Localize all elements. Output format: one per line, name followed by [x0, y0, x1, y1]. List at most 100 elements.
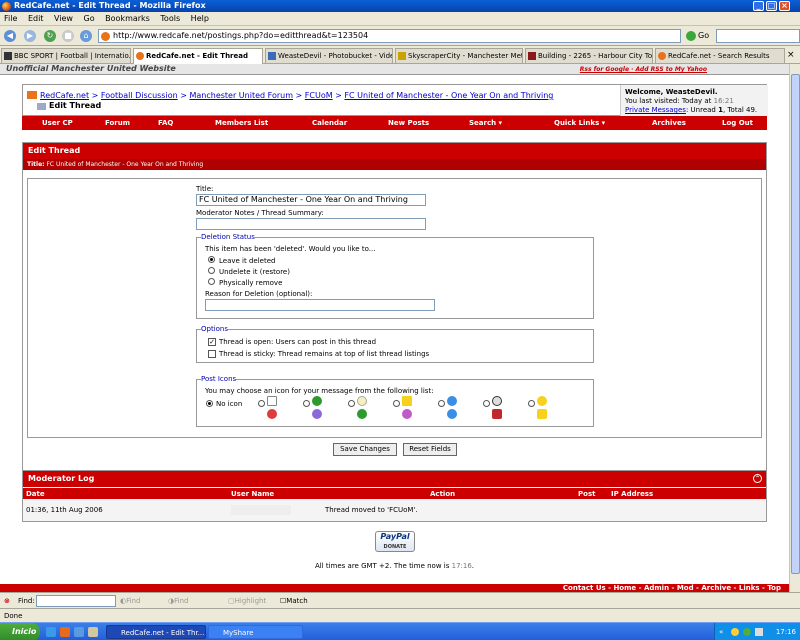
tab-skyscrapercity[interactable]: SkyscraperCity - Manchester Metr...: [395, 48, 523, 63]
icon-radio[interactable]: [348, 400, 355, 407]
tray-volume-icon[interactable]: [755, 628, 763, 636]
leave-deleted-radio[interactable]: [208, 256, 215, 263]
task-myshare[interactable]: MyShare: [208, 625, 303, 639]
firefox-quicklaunch-icon[interactable]: [60, 627, 70, 637]
notes-input[interactable]: [196, 218, 426, 230]
address-bar[interactable]: http://www.redcafe.net/postings.php?do=e…: [98, 29, 681, 43]
thread-sticky-checkbox[interactable]: [208, 350, 216, 358]
no-icon-radio[interactable]: [206, 400, 213, 407]
breadcrumb-item[interactable]: Manchester United Forum: [189, 91, 293, 100]
footer-links[interactable]: Contact Us - Home - Admin - Mod - Archiv…: [563, 584, 781, 592]
tray-expand-icon[interactable]: «: [719, 623, 723, 640]
icon-radio[interactable]: [303, 400, 310, 407]
post-icons-legend: Post Icons: [201, 375, 237, 383]
tab-edit-thread[interactable]: RedCafe.net - Edit Thread: [133, 48, 263, 64]
building-icon: [528, 52, 536, 60]
close-tab-icon[interactable]: ×: [787, 50, 795, 60]
undelete-radio[interactable]: [208, 267, 215, 274]
nav-quick-links[interactable]: Quick Links ▾: [554, 116, 605, 130]
icon-radio[interactable]: [528, 400, 535, 407]
options-legend: Options: [201, 325, 229, 333]
back-icon[interactable]: ◀: [4, 30, 16, 42]
stop-icon[interactable]: ■: [62, 30, 74, 42]
nav-calendar[interactable]: Calendar: [312, 116, 347, 130]
log-date: 01:36, 11th Aug 2006: [26, 506, 103, 514]
tray-network-icon[interactable]: [743, 628, 751, 636]
deletion-legend: Deletion Status: [201, 233, 255, 241]
match-case-checkbox[interactable]: ☐ Match case: [280, 593, 308, 621]
nav-search[interactable]: Search ▾: [469, 116, 502, 130]
menu-file[interactable]: File: [0, 12, 21, 26]
last-visit-time: 16:21: [713, 97, 734, 105]
nav-faq[interactable]: FAQ: [158, 116, 173, 130]
log-user[interactable]: [231, 505, 291, 515]
nav-members-list[interactable]: Members List: [215, 116, 268, 130]
tab-bbc-sport[interactable]: BBC SPORT | Football | Internatio...: [1, 48, 131, 63]
icon-radio[interactable]: [438, 400, 445, 407]
nav-archives[interactable]: Archives: [652, 116, 686, 130]
go-button[interactable]: Go: [686, 29, 712, 43]
tab-building[interactable]: Building - 2265 - Harbour City Tow...: [525, 48, 653, 63]
maximize-button[interactable]: □: [766, 1, 777, 11]
thread-open-label: Thread is open: Users can post in this t…: [219, 338, 377, 346]
minimize-button[interactable]: _: [753, 1, 764, 11]
nav-new-posts[interactable]: New Posts: [388, 116, 429, 130]
current-time: 17:16: [451, 562, 472, 570]
icon-radio[interactable]: [258, 400, 265, 407]
question-icon: [447, 396, 457, 406]
reset-fields-button[interactable]: Reset Fields: [403, 443, 457, 456]
redcafe-icon: [136, 52, 144, 60]
thread-sticky-label: Thread is sticky: Thread remains at top …: [219, 350, 430, 358]
nav-log-out[interactable]: Log Out: [722, 116, 753, 130]
task-redcafe[interactable]: RedCafe.net - Edit Thr...: [106, 625, 206, 639]
thread-open-checkbox[interactable]: ✓: [208, 338, 216, 346]
banner-links[interactable]: Rss for Google · Add RSS to My Yahoo: [580, 65, 707, 75]
menu-view[interactable]: View: [50, 12, 77, 26]
icon-radio[interactable]: [393, 400, 400, 407]
breadcrumb-separator: >: [335, 91, 342, 100]
start-button[interactable]: Inicio: [0, 623, 40, 640]
menu-go[interactable]: Go: [80, 12, 99, 26]
find-next-button[interactable]: ◐ Find Next: [120, 593, 142, 621]
menu-tools[interactable]: Tools: [156, 12, 184, 26]
breadcrumb-item[interactable]: RedCafe.net: [40, 91, 89, 100]
collapse-icon[interactable]: ⌃: [753, 474, 762, 483]
nav-forum[interactable]: Forum: [105, 116, 130, 130]
forward-icon[interactable]: ▶: [24, 30, 36, 42]
breadcrumb-item[interactable]: FC United of Manchester - One Year On an…: [344, 91, 553, 100]
menu-edit[interactable]: Edit: [24, 12, 48, 26]
ie-icon[interactable]: [46, 627, 56, 637]
physically-remove-radio[interactable]: [208, 278, 215, 285]
tab-photobucket[interactable]: WeasteDevil - Photobucket - Vide...: [265, 48, 393, 63]
private-messages-link[interactable]: Private Messages: [625, 106, 686, 114]
tray-app-icon[interactable]: [731, 628, 739, 636]
paypal-donate-button[interactable]: PayPal DONATE: [375, 531, 415, 552]
close-find-icon[interactable]: ⊗: [4, 593, 10, 609]
home-icon[interactable]: ⌂: [80, 30, 92, 42]
reload-icon[interactable]: ↻: [44, 30, 56, 42]
site-favicon: [101, 32, 110, 41]
menu-bookmarks[interactable]: Bookmarks: [101, 12, 154, 26]
timezone-prefix: All times are GMT +2. The time now is: [314, 562, 450, 570]
tab-label: RedCafe.net - Search Results: [668, 52, 770, 60]
deletion-reason-input[interactable]: [205, 299, 435, 311]
forum-navmenu: User CP Forum FAQ Members List Calendar …: [22, 116, 767, 130]
scrollbar-thumb[interactable]: [791, 74, 800, 574]
close-button[interactable]: ×: [779, 1, 790, 11]
desktop-icon[interactable]: [74, 627, 84, 637]
tab-label: Building - 2265 - Harbour City Tow...: [538, 52, 653, 60]
nav-user-cp[interactable]: User CP: [42, 116, 73, 130]
icon-radio[interactable]: [483, 400, 490, 407]
find-previous-button[interactable]: ◑ Find Previous: [168, 593, 204, 621]
vertical-scrollbar[interactable]: [789, 64, 800, 592]
tab-search-results[interactable]: RedCafe.net - Search Results: [655, 48, 785, 63]
highlight-all-button[interactable]: ▢ Highlight all: [228, 593, 266, 621]
save-changes-button[interactable]: Save Changes: [333, 443, 397, 456]
menu-help[interactable]: Help: [187, 12, 213, 26]
find-input[interactable]: [36, 595, 116, 607]
breadcrumb-item[interactable]: Football Discussion: [101, 91, 178, 100]
search-input[interactable]: [716, 29, 800, 43]
title-input[interactable]: FC United of Manchester - One Year On an…: [196, 194, 426, 206]
breadcrumb-item[interactable]: FCUoM: [305, 91, 333, 100]
media-icon[interactable]: [88, 627, 98, 637]
